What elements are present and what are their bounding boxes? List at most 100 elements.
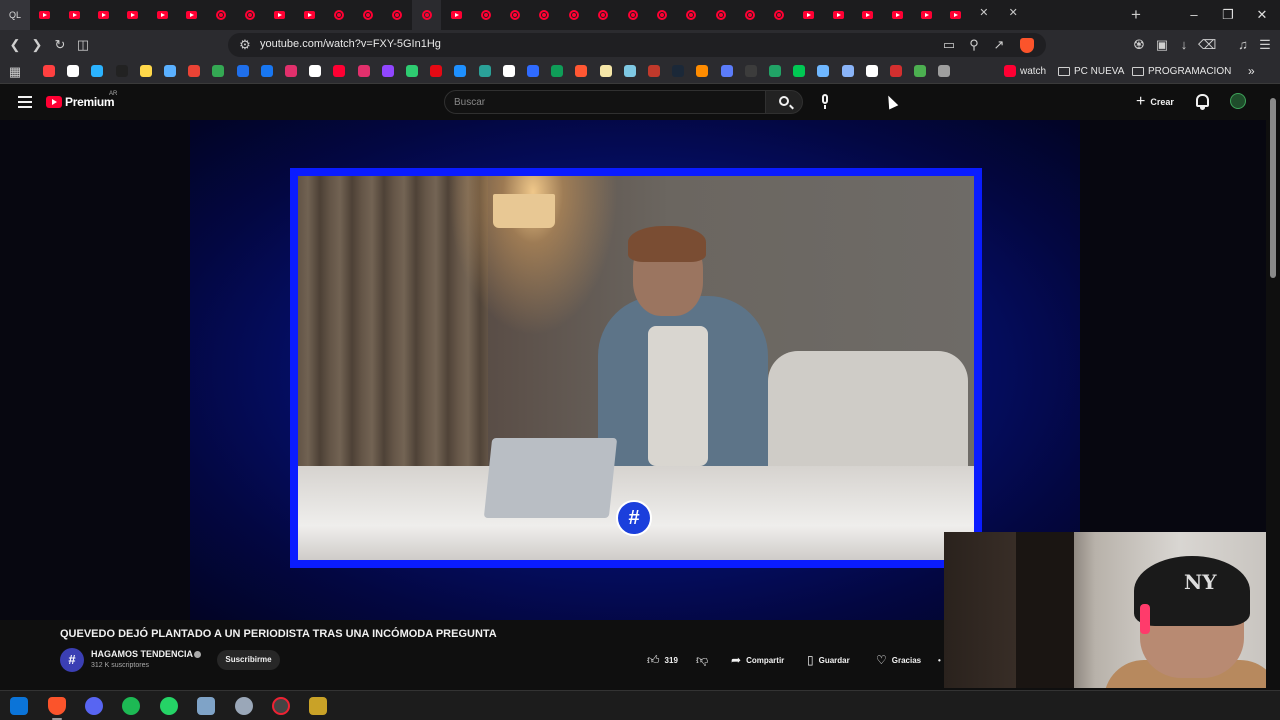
bookmark-favicon-icon[interactable] (648, 65, 660, 77)
browser-tab[interactable] (89, 0, 118, 30)
thanks-button[interactable]: ♡ Gracias (876, 652, 921, 668)
browser-tab[interactable] (59, 0, 88, 30)
browser-tab[interactable] (912, 0, 941, 30)
media-icon[interactable]: ♫ (1234, 36, 1252, 54)
share-button[interactable]: ➦ Compartir (731, 652, 784, 668)
hamburger-menu-icon[interactable] (18, 96, 32, 108)
bookmark-favicon-icon[interactable] (599, 65, 612, 77)
browser-tab[interactable] (765, 0, 794, 30)
reload-icon[interactable]: ↻ (51, 36, 69, 54)
notifications-bell-icon[interactable] (1196, 94, 1209, 110)
bookmark-favicon-icon[interactable] (285, 65, 297, 77)
browser-tab[interactable] (647, 0, 676, 30)
like-button[interactable]: 👍︎ 319 (647, 652, 678, 668)
voice-search-button[interactable] (814, 91, 836, 113)
browser-tab[interactable] (1000, 0, 1029, 30)
menu-icon-browser[interactable]: ☰ (1256, 36, 1274, 54)
browser-tab[interactable] (177, 0, 206, 30)
bookmark-favicon-icon[interactable] (406, 65, 418, 77)
browser-tab[interactable] (500, 0, 529, 30)
bookmark-favicon-icon[interactable] (793, 65, 806, 77)
browser-tab[interactable] (530, 0, 559, 30)
browser-tab[interactable] (706, 0, 735, 30)
discord-taskbar-icon[interactable] (85, 697, 103, 715)
minimize-button[interactable]: – (1184, 5, 1204, 25)
bookmark-favicon-icon[interactable] (938, 65, 951, 77)
bookmark-favicon-icon[interactable] (381, 65, 394, 77)
trash-icon[interactable]: ⌫ (1198, 36, 1216, 54)
bookmark-favicon-icon[interactable] (696, 65, 709, 77)
browser-tab[interactable] (677, 0, 706, 30)
browser-tab[interactable] (383, 0, 412, 30)
account-avatar[interactable] (1230, 93, 1246, 109)
create-button[interactable]: + Crear (1136, 94, 1174, 110)
zoom-icon[interactable]: ⚲ (965, 36, 983, 54)
bookmark-pc-nueva[interactable]: PC NUEVA (1074, 66, 1124, 77)
notepad-taskbar-icon[interactable] (197, 697, 215, 715)
cast-icon[interactable]: ▭ (940, 36, 958, 54)
browser-tab[interactable] (206, 0, 235, 30)
page-scrollbar[interactable] (1266, 84, 1280, 690)
bookmark-favicon-icon[interactable] (115, 65, 128, 77)
youtube-brand[interactable]: Premium (65, 95, 115, 109)
channel-avatar[interactable]: # (60, 648, 84, 672)
bookmark-favicon-icon[interactable] (236, 65, 249, 77)
tab-first[interactable]: QL (0, 0, 30, 30)
more-actions-button[interactable]: • (938, 652, 941, 668)
bookmark-favicon-icon[interactable] (212, 65, 225, 77)
windows-start-icon[interactable] (10, 697, 28, 715)
apps-grid-icon[interactable]: ▦ (6, 63, 24, 81)
bookmark-favicon-icon[interactable] (478, 65, 491, 77)
bookmark-programacion[interactable]: PROGRAMACION (1148, 66, 1231, 77)
browser-tab[interactable] (735, 0, 764, 30)
bookmark-favicon-icon[interactable] (357, 65, 370, 77)
browser-tab[interactable] (618, 0, 647, 30)
browser-tab[interactable] (853, 0, 882, 30)
browser-tab[interactable] (824, 0, 853, 30)
browser-tab[interactable] (118, 0, 147, 30)
browser-tab[interactable] (412, 0, 442, 30)
browser-tab[interactable] (882, 0, 911, 30)
browser-tab[interactable] (148, 0, 177, 30)
scroll-thumb[interactable] (1270, 98, 1276, 278)
browser-tab[interactable] (295, 0, 324, 30)
back-icon[interactable]: ❮ (6, 36, 24, 54)
download-icon[interactable]: ↓ (1175, 36, 1193, 54)
browser-tab[interactable] (265, 0, 294, 30)
obs-taskbar-icon[interactable] (272, 697, 290, 715)
bookmark-favicon-icon[interactable] (551, 65, 564, 77)
browser-tab[interactable] (324, 0, 353, 30)
bookmark-favicon-icon[interactable] (720, 65, 733, 77)
brave-shield-icon[interactable] (1020, 38, 1034, 53)
bookmark-favicon-icon[interactable] (672, 65, 685, 77)
bookmark-favicon-icon[interactable] (575, 65, 588, 77)
browser-tab[interactable] (30, 0, 59, 30)
bookmark-favicon-icon[interactable] (527, 65, 539, 77)
subscribe-button[interactable]: Suscribirme (217, 650, 280, 670)
new-tab-button[interactable]: + (1127, 5, 1145, 25)
bookmark-favicon-icon[interactable] (841, 65, 854, 77)
bookmark-favicon-icon[interactable] (914, 65, 927, 77)
bookmark-favicon-icon[interactable] (623, 65, 636, 77)
address-bar[interactable]: ⚙ youtube.com/watch?v=FXY-5GIn1Hg ▭ ⚲ ↗ (228, 33, 1046, 57)
app-taskbar-icon[interactable] (235, 697, 253, 715)
bookmark-favicon-icon[interactable] (309, 65, 322, 77)
bookmark-favicon-icon[interactable] (139, 65, 152, 77)
browser-tab[interactable] (236, 0, 265, 30)
bookmark-favicon-icon[interactable] (333, 65, 346, 77)
channel-name[interactable]: HAGAMOS TENDENCIA (91, 649, 193, 659)
browser-tab[interactable] (441, 0, 470, 30)
youtube-logo-icon[interactable] (46, 96, 62, 108)
dislike-button[interactable]: 👎︎ (696, 652, 708, 668)
bookmark-favicon-icon[interactable] (43, 65, 55, 77)
url-text[interactable]: youtube.com/watch?v=FXY-5GIn1Hg (260, 38, 441, 50)
bookmark-watch[interactable]: watch (1020, 66, 1046, 77)
screenshot-icon[interactable]: ▣ (1153, 36, 1171, 54)
bookmark-favicon-icon[interactable] (890, 65, 902, 77)
bookmark-favicon-icon[interactable] (744, 65, 757, 77)
forward-icon[interactable]: ❯ (28, 36, 46, 54)
bookmark-favicon-icon[interactable] (769, 65, 781, 77)
browser-tab[interactable] (971, 0, 1000, 30)
restore-button[interactable]: ❐ (1218, 5, 1238, 25)
spotify-taskbar-icon[interactable] (122, 697, 140, 715)
